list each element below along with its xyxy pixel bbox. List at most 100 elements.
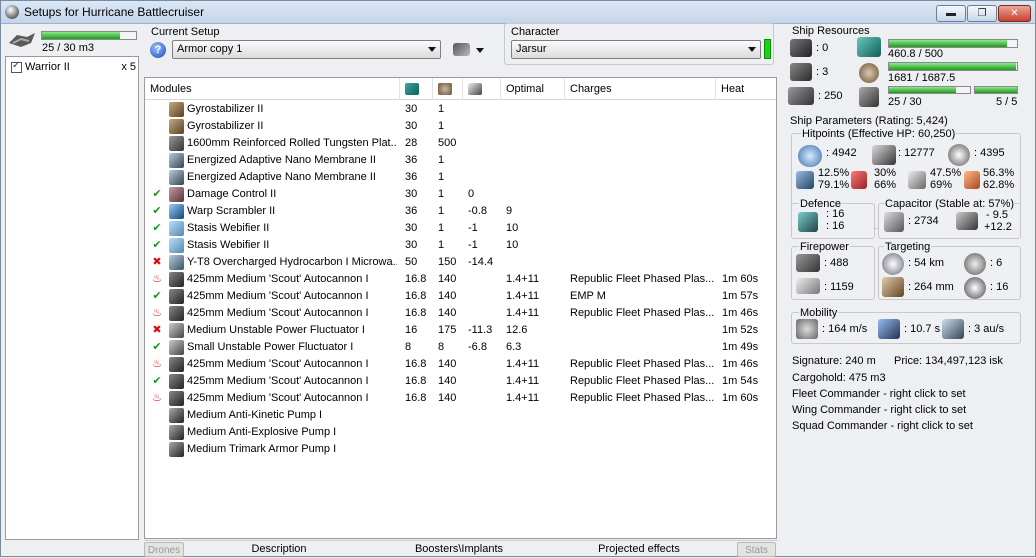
table-row[interactable]: ✖ Y-T8 Overcharged Hydrocarbon I Microwa.… <box>145 254 776 271</box>
header-optimal[interactable]: Optimal <box>501 78 565 100</box>
drone-checkbox[interactable] <box>11 60 22 73</box>
status-empty[interactable] <box>150 118 164 135</box>
character-select[interactable]: Jarsur <box>511 40 761 59</box>
table-row[interactable]: ♨ 425mm Medium 'Scout' Autocannon I 16.8 14… <box>145 356 776 373</box>
list-item[interactable]: Warrior II x 5 <box>11 60 136 73</box>
module-charge[interactable] <box>570 322 715 339</box>
module-charge[interactable] <box>570 169 715 186</box>
module-charge[interactable] <box>570 407 715 424</box>
maximize-button[interactable]: ❐ <box>967 5 997 22</box>
status-online-icon[interactable]: ✔ <box>150 186 164 203</box>
table-row[interactable]: ✔ 425mm Medium 'Scout' Autocannon I 16.8 14… <box>145 373 776 390</box>
table-row[interactable]: ✔ Stasis Webifier II 30 1 -1 10 <box>145 220 776 237</box>
table-row[interactable]: ✔ 425mm Medium 'Scout' Autocannon I 16.8 14… <box>145 288 776 305</box>
tab-projected-effects[interactable]: Projected effects <box>544 542 734 557</box>
status-overheat-icon[interactable]: ♨ <box>150 356 164 373</box>
table-row[interactable]: Gyrostabilizer II 30 1 <box>145 118 776 135</box>
status-empty[interactable] <box>150 152 164 169</box>
module-charge[interactable] <box>570 254 715 271</box>
module-charge[interactable]: Republic Fleet Phased Plas... <box>570 373 715 390</box>
module-charge[interactable]: Republic Fleet Phased Plas... <box>570 271 715 288</box>
fitting-tools-menu[interactable] <box>453 43 489 57</box>
tab-stats[interactable]: Stats <box>737 542 776 557</box>
module-charge[interactable] <box>570 203 715 220</box>
header-heat[interactable]: Heat <box>716 78 776 100</box>
status-overheat-icon[interactable]: ♨ <box>150 271 164 288</box>
status-online-icon[interactable]: ✔ <box>150 373 164 390</box>
tab-boosters-implants[interactable]: Boosters\Implants <box>374 542 544 557</box>
header-modules[interactable]: Modules <box>145 78 400 100</box>
module-charge[interactable] <box>570 237 715 254</box>
table-row[interactable]: ♨ 425mm Medium 'Scout' Autocannon I 16.8 14… <box>145 271 776 288</box>
table-row[interactable]: ✔ Warp Scrambler II 36 1 -0.8 9 <box>145 203 776 220</box>
status-offline-icon[interactable]: ✖ <box>150 322 164 339</box>
table-row[interactable]: Medium Trimark Armor Pump I <box>145 441 776 458</box>
speed-icon <box>796 319 818 339</box>
status-empty[interactable] <box>150 407 164 424</box>
status-empty[interactable] <box>150 441 164 458</box>
table-row[interactable]: Gyrostabilizer II 30 1 <box>145 101 776 118</box>
setup-select-value: Armor copy 1 <box>177 43 243 55</box>
cpu-icon <box>857 37 881 57</box>
status-offline-icon[interactable]: ✖ <box>150 254 164 271</box>
table-row[interactable]: Medium Anti-Explosive Pump I <box>145 424 776 441</box>
module-heat <box>722 407 772 424</box>
table-row[interactable]: ♨ 425mm Medium 'Scout' Autocannon I 16.8 14… <box>145 305 776 322</box>
module-charge[interactable]: Republic Fleet Phased Plas... <box>570 390 715 407</box>
minimize-button[interactable]: ▬ <box>936 5 966 22</box>
status-online-icon[interactable]: ✔ <box>150 237 164 254</box>
module-charge[interactable] <box>570 441 715 458</box>
status-overheat-icon[interactable]: ♨ <box>150 305 164 322</box>
status-empty[interactable] <box>150 169 164 186</box>
status-overheat-icon[interactable]: ♨ <box>150 390 164 407</box>
table-row[interactable]: ✔ Damage Control II 30 1 0 <box>145 186 776 203</box>
table-row[interactable]: ✔ Small Unstable Power Fluctuator I 8 8 -6.8… <box>145 339 776 356</box>
table-row[interactable]: ✔ Stasis Webifier II 30 1 -1 10 <box>145 237 776 254</box>
table-row[interactable]: ♨ 425mm Medium 'Scout' Autocannon I 16.8 14… <box>145 390 776 407</box>
signature-radius: Signature: 240 m <box>792 355 876 367</box>
module-charge[interactable] <box>570 339 715 356</box>
close-button[interactable]: ✕ <box>998 5 1031 22</box>
wing-commander[interactable]: Wing Commander - right click to set <box>792 404 966 416</box>
status-empty[interactable] <box>150 101 164 118</box>
status-online-icon[interactable]: ✔ <box>150 339 164 356</box>
status-empty[interactable] <box>150 424 164 441</box>
module-charge[interactable] <box>570 186 715 203</box>
module-charge[interactable] <box>570 152 715 169</box>
module-cpu: 30 <box>405 120 418 132</box>
drone-bandwidth-icon <box>859 87 879 107</box>
module-charge[interactable] <box>570 220 715 237</box>
header-cpu[interactable] <box>400 78 433 100</box>
module-charge[interactable] <box>570 118 715 135</box>
table-row[interactable]: ✖ Medium Unstable Power Fluctuator I 16 175… <box>145 322 776 339</box>
header-powergrid[interactable] <box>433 78 463 100</box>
module-charge[interactable]: EMP M <box>570 288 715 305</box>
drone-name: Warrior II <box>25 61 70 73</box>
tab-drones[interactable]: Drones <box>144 542 184 557</box>
setup-select[interactable]: Armor copy 1 <box>172 40 441 59</box>
module-charge[interactable]: Republic Fleet Phased Plas... <box>570 356 715 373</box>
fleet-commander[interactable]: Fleet Commander - right click to set <box>792 388 966 400</box>
help-icon[interactable]: ? <box>150 42 166 58</box>
module-charge[interactable] <box>570 101 715 118</box>
rig-icon <box>169 442 184 457</box>
drone-panel: 25 / 30 m3 Warrior II x 5 <box>5 27 139 541</box>
drone-list: Warrior II x 5 <box>5 56 139 540</box>
table-row[interactable]: 1600mm Reinforced Rolled Tungsten Plat..… <box>145 135 776 152</box>
module-charge[interactable] <box>570 135 715 152</box>
status-online-icon[interactable]: ✔ <box>150 203 164 220</box>
table-row[interactable]: Medium Anti-Kinetic Pump I <box>145 407 776 424</box>
header-capacitor[interactable] <box>463 78 501 100</box>
armor-hp: : 12777 <box>898 147 935 159</box>
status-empty[interactable] <box>150 135 164 152</box>
status-online-icon[interactable]: ✔ <box>150 288 164 305</box>
table-row[interactable]: Energized Adaptive Nano Membrane II 36 1 <box>145 169 776 186</box>
header-charges[interactable]: Charges <box>565 78 716 100</box>
status-online-icon[interactable]: ✔ <box>150 220 164 237</box>
squad-commander[interactable]: Squad Commander - right click to set <box>792 420 973 432</box>
module-charge[interactable] <box>570 424 715 441</box>
table-row[interactable]: Energized Adaptive Nano Membrane II 36 1 <box>145 152 776 169</box>
module-charge[interactable]: Republic Fleet Phased Plas... <box>570 305 715 322</box>
tab-description[interactable]: Description <box>189 542 369 557</box>
drone-bandwidth-bar <box>41 31 137 40</box>
